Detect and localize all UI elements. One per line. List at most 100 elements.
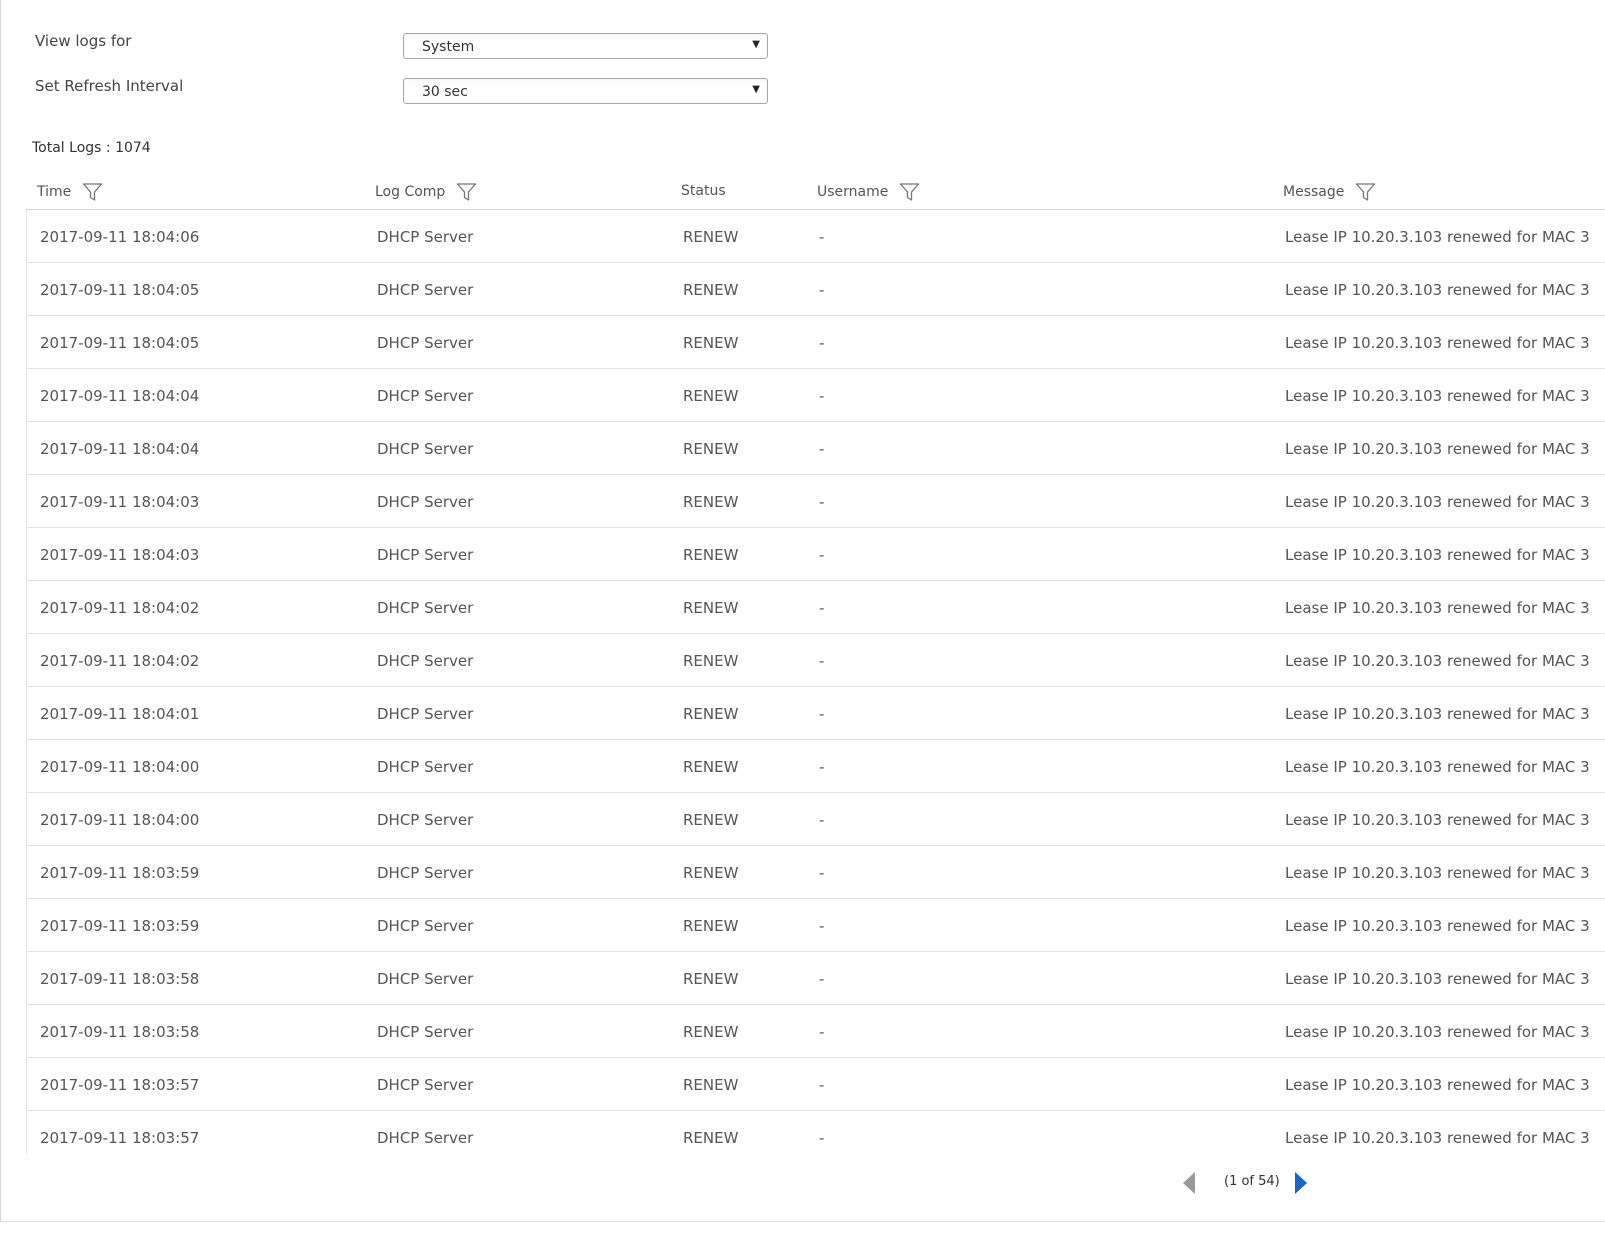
cell-username: - bbox=[819, 440, 825, 458]
table-row: 2017-09-11 18:04:03 DHCP Server RENEW - … bbox=[27, 528, 1605, 581]
cell-username: - bbox=[819, 1023, 825, 1041]
cell-time: 2017-09-11 18:04:04 bbox=[40, 387, 200, 405]
table-row: 2017-09-11 18:04:04 DHCP Server RENEW - … bbox=[27, 369, 1605, 422]
cell-message: Lease IP 10.20.3.103 renewed for MAC 3 bbox=[1285, 652, 1590, 670]
cell-log-comp: DHCP Server bbox=[377, 546, 474, 564]
cell-status: RENEW bbox=[683, 1023, 739, 1041]
cell-status: RENEW bbox=[683, 387, 739, 405]
table-row: 2017-09-11 18:04:02 DHCP Server RENEW - … bbox=[27, 581, 1605, 634]
cell-time: 2017-09-11 18:03:59 bbox=[40, 864, 200, 882]
table-row: 2017-09-11 18:04:05 DHCP Server RENEW - … bbox=[27, 263, 1605, 316]
cell-message: Lease IP 10.20.3.103 renewed for MAC 3 bbox=[1285, 811, 1590, 829]
cell-message: Lease IP 10.20.3.103 renewed for MAC 3 bbox=[1285, 864, 1590, 882]
filter-icon[interactable] bbox=[899, 182, 920, 202]
cell-status: RENEW bbox=[683, 864, 739, 882]
cell-log-comp: DHCP Server bbox=[377, 652, 474, 670]
cell-message: Lease IP 10.20.3.103 renewed for MAC 3 bbox=[1285, 493, 1590, 511]
column-header-username-label: Username bbox=[817, 184, 889, 200]
filter-icon[interactable] bbox=[456, 182, 477, 202]
cell-status: RENEW bbox=[683, 546, 739, 564]
cell-message: Lease IP 10.20.3.103 renewed for MAC 3 bbox=[1285, 546, 1590, 564]
cell-username: - bbox=[819, 811, 825, 829]
content-border-left bbox=[0, 0, 1, 1222]
cell-time: 2017-09-11 18:04:04 bbox=[40, 440, 200, 458]
cell-message: Lease IP 10.20.3.103 renewed for MAC 3 bbox=[1285, 334, 1590, 352]
table-header: Time Log Comp Status Username Message bbox=[26, 170, 1605, 210]
cell-time: 2017-09-11 18:04:00 bbox=[40, 758, 200, 776]
table-row: 2017-09-11 18:04:06 DHCP Server RENEW - … bbox=[27, 210, 1605, 263]
cell-username: - bbox=[819, 970, 825, 988]
cell-status: RENEW bbox=[683, 1076, 739, 1094]
column-header-time-label: Time bbox=[37, 184, 72, 200]
cell-log-comp: DHCP Server bbox=[377, 705, 474, 723]
cell-time: 2017-09-11 18:03:59 bbox=[40, 917, 200, 935]
column-header-log-comp: Log Comp bbox=[375, 182, 477, 202]
table-row: 2017-09-11 18:03:59 DHCP Server RENEW - … bbox=[27, 899, 1605, 952]
cell-log-comp: DHCP Server bbox=[377, 1129, 474, 1147]
cell-username: - bbox=[819, 917, 825, 935]
view-logs-select[interactable]: System ▼ bbox=[403, 33, 768, 59]
table-row: 2017-09-11 18:04:01 DHCP Server RENEW - … bbox=[27, 687, 1605, 740]
table-row: 2017-09-11 18:03:59 DHCP Server RENEW - … bbox=[27, 846, 1605, 899]
cell-time: 2017-09-11 18:04:02 bbox=[40, 652, 200, 670]
cell-username: - bbox=[819, 1129, 825, 1147]
cell-log-comp: DHCP Server bbox=[377, 1076, 474, 1094]
cell-log-comp: DHCP Server bbox=[377, 440, 474, 458]
cell-time: 2017-09-11 18:03:58 bbox=[40, 970, 200, 988]
column-header-message-label: Message bbox=[1283, 184, 1345, 200]
page-indicator: (1 of 54) bbox=[1224, 1174, 1280, 1189]
table-row: 2017-09-11 18:03:57 DHCP Server RENEW - … bbox=[27, 1111, 1605, 1154]
cell-time: 2017-09-11 18:04:00 bbox=[40, 811, 200, 829]
cell-username: - bbox=[819, 864, 825, 882]
cell-message: Lease IP 10.20.3.103 renewed for MAC 3 bbox=[1285, 1076, 1590, 1094]
cell-username: - bbox=[819, 281, 825, 299]
prev-page-icon[interactable] bbox=[1182, 1171, 1198, 1195]
cell-status: RENEW bbox=[683, 440, 739, 458]
table-row: 2017-09-11 18:04:00 DHCP Server RENEW - … bbox=[27, 793, 1605, 846]
cell-message: Lease IP 10.20.3.103 renewed for MAC 3 bbox=[1285, 281, 1590, 299]
cell-username: - bbox=[819, 705, 825, 723]
column-header-time: Time bbox=[37, 182, 103, 202]
table-row: 2017-09-11 18:03:58 DHCP Server RENEW - … bbox=[27, 952, 1605, 1005]
cell-username: - bbox=[819, 493, 825, 511]
cell-username: - bbox=[819, 599, 825, 617]
cell-time: 2017-09-11 18:03:57 bbox=[40, 1129, 200, 1147]
filter-icon[interactable] bbox=[82, 182, 103, 202]
cell-status: RENEW bbox=[683, 228, 739, 246]
view-logs-label: View logs for bbox=[35, 32, 132, 50]
column-header-status: Status bbox=[681, 183, 726, 199]
cell-log-comp: DHCP Server bbox=[377, 1023, 474, 1041]
cell-log-comp: DHCP Server bbox=[377, 864, 474, 882]
table-row: 2017-09-11 18:04:00 DHCP Server RENEW - … bbox=[27, 740, 1605, 793]
column-header-message: Message bbox=[1283, 182, 1376, 202]
cell-time: 2017-09-11 18:03:57 bbox=[40, 1076, 200, 1094]
chevron-down-icon: ▼ bbox=[752, 39, 760, 50]
cell-status: RENEW bbox=[683, 811, 739, 829]
cell-message: Lease IP 10.20.3.103 renewed for MAC 3 bbox=[1285, 599, 1590, 617]
next-page-icon[interactable] bbox=[1292, 1171, 1308, 1195]
refresh-interval-select[interactable]: 30 sec ▼ bbox=[403, 78, 768, 104]
cell-username: - bbox=[819, 1076, 825, 1094]
view-logs-selected-value: System bbox=[422, 39, 475, 55]
cell-status: RENEW bbox=[683, 599, 739, 617]
cell-status: RENEW bbox=[683, 705, 739, 723]
cell-status: RENEW bbox=[683, 652, 739, 670]
cell-username: - bbox=[819, 758, 825, 776]
column-header-status-label: Status bbox=[681, 183, 726, 199]
cell-log-comp: DHCP Server bbox=[377, 493, 474, 511]
cell-log-comp: DHCP Server bbox=[377, 228, 474, 246]
cell-message: Lease IP 10.20.3.103 renewed for MAC 3 bbox=[1285, 1023, 1590, 1041]
table-body: 2017-09-11 18:04:06 DHCP Server RENEW - … bbox=[26, 210, 1605, 1154]
cell-time: 2017-09-11 18:04:05 bbox=[40, 281, 200, 299]
cell-username: - bbox=[819, 652, 825, 670]
cell-time: 2017-09-11 18:04:02 bbox=[40, 599, 200, 617]
cell-message: Lease IP 10.20.3.103 renewed for MAC 3 bbox=[1285, 917, 1590, 935]
cell-message: Lease IP 10.20.3.103 renewed for MAC 3 bbox=[1285, 228, 1590, 246]
cell-message: Lease IP 10.20.3.103 renewed for MAC 3 bbox=[1285, 387, 1590, 405]
cell-message: Lease IP 10.20.3.103 renewed for MAC 3 bbox=[1285, 758, 1590, 776]
refresh-interval-selected-value: 30 sec bbox=[422, 84, 468, 100]
filter-icon[interactable] bbox=[1355, 182, 1376, 202]
table-row: 2017-09-11 18:03:58 DHCP Server RENEW - … bbox=[27, 1005, 1605, 1058]
cell-log-comp: DHCP Server bbox=[377, 387, 474, 405]
cell-status: RENEW bbox=[683, 281, 739, 299]
